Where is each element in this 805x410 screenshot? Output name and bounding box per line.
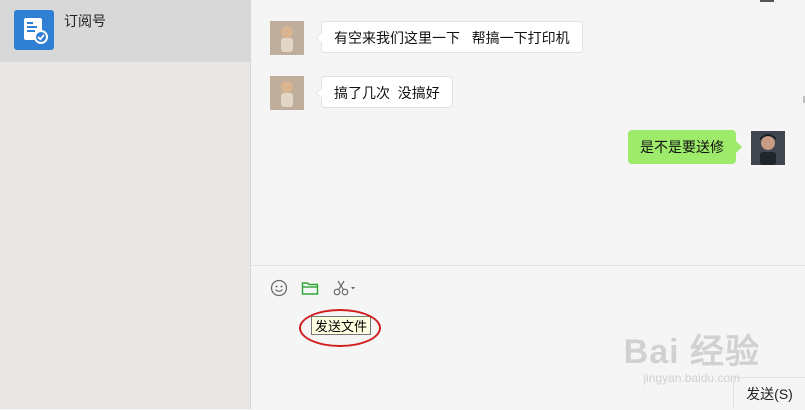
message-bubble-received: 搞了几次 没搞好	[316, 76, 453, 108]
highlight-annotation	[299, 309, 381, 347]
contact-avatar[interactable]	[270, 76, 304, 110]
user-avatar[interactable]	[751, 131, 785, 165]
subscription-label: 订阅号	[64, 13, 106, 29]
message-bubble-received: 有空来我们这里一下 帮搞一下打印机	[316, 21, 583, 53]
sidebar: 订阅号	[0, 0, 251, 409]
folder-icon	[301, 282, 319, 295]
send-file-button[interactable]	[301, 279, 319, 299]
scissors-icon	[333, 280, 355, 296]
message-input-area[interactable]: 发送文件 发送(S)	[251, 265, 805, 409]
chevron-down-icon	[351, 287, 355, 290]
contact-avatar[interactable]	[270, 21, 304, 55]
scroll-indicator	[760, 0, 774, 2]
subscription-account-item[interactable]: 订阅号	[0, 0, 250, 62]
message-text: 有空来我们这里一下 帮搞一下打印机	[334, 30, 570, 46]
message-text: 是不是要送修	[640, 139, 724, 155]
emoji-icon	[270, 279, 288, 297]
emoji-button[interactable]	[270, 279, 288, 299]
screenshot-button[interactable]	[333, 279, 357, 299]
message-text: 搞了几次 没搞好	[334, 85, 440, 101]
chat-messages-panel: 有空来我们这里一下 帮搞一下打印机 搞了几次 没搞好 是不是要送修	[251, 0, 805, 265]
send-button[interactable]: 发送(S)	[733, 377, 805, 409]
subscription-icon	[14, 10, 54, 50]
message-bubble-sent: 是不是要送修	[628, 130, 742, 164]
